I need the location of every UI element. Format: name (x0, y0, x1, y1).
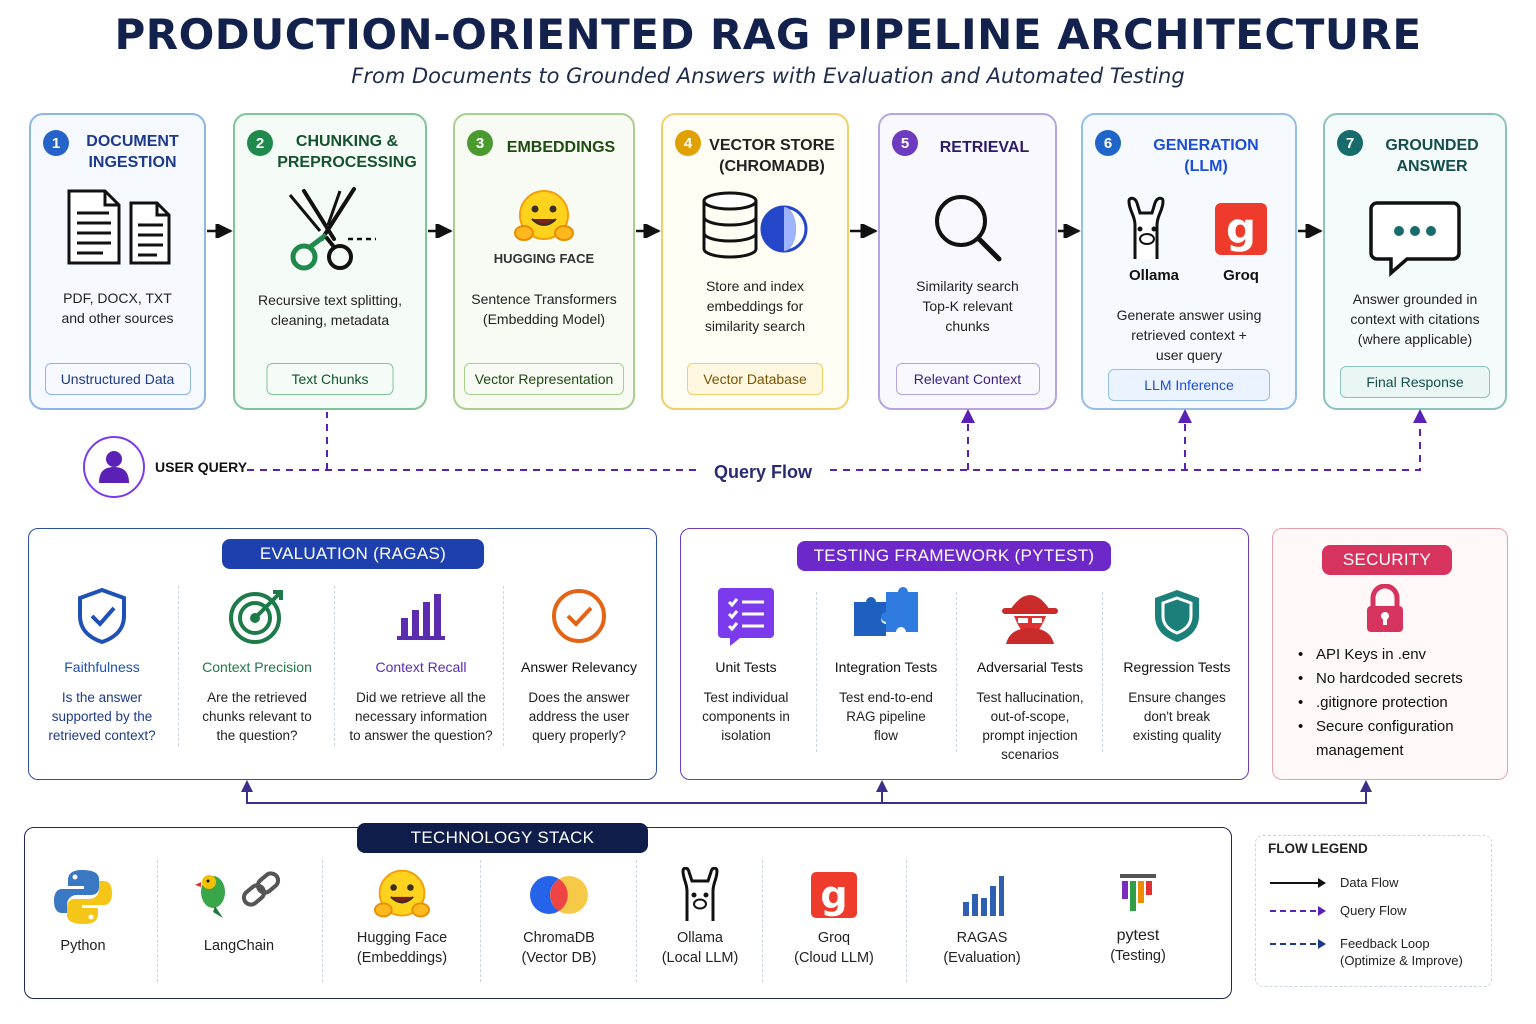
metric-name: Context Recall (375, 659, 467, 675)
tech-ollama: Ollama (Local LLM) (650, 866, 750, 968)
legend-feedback-loop: Feedback Loop (Optimize & Improve) (1268, 935, 1488, 971)
test-regression: Regression Tests Ensure changes don't bre… (1108, 580, 1246, 770)
svg-text:g: g (820, 873, 847, 917)
tech-hugging-face: Hugging Face (Embeddings) (342, 866, 462, 968)
divider (480, 860, 481, 982)
tech-name: Hugging Face (Embeddings) (356, 930, 448, 966)
ragas-icon (930, 866, 1034, 924)
user-query-label: USER QUERY (155, 459, 248, 475)
test-description: Ensure changes don't break existing qualit… (1128, 690, 1226, 743)
divider (334, 586, 335, 746)
metric-answer-relevancy: Answer Relevancy Does the answer address … (508, 580, 650, 760)
ollama-icon (650, 866, 750, 924)
bar-chart-icon (340, 588, 502, 644)
chromadb-icon (504, 866, 614, 924)
metric-name: Answer Relevancy (521, 659, 637, 675)
test-name: Unit Tests (715, 659, 777, 675)
security-item: API Keys in .env (1298, 643, 1473, 667)
metric-description: Did we retrieve all the necessary informa… (349, 690, 493, 743)
tech-name: ChromaDB (Vector DB) (521, 930, 597, 966)
tech-name: Python (60, 938, 106, 954)
tech-name: Ollama (Local LLM) (661, 930, 739, 966)
pytest-icon (1086, 866, 1190, 924)
flow-legend: FLOW LEGEND Data Flow Query Flow Feedbac… (1255, 835, 1492, 987)
user-icon (99, 451, 129, 483)
metric-name: Faithfulness (64, 659, 140, 675)
langchain-icon (184, 866, 294, 924)
security-item: No hardcoded secrets (1298, 667, 1473, 691)
user-avatar (83, 436, 145, 498)
testing-title: TESTING FRAMEWORK (PYTEST) (797, 541, 1111, 571)
puzzle-icon (820, 586, 952, 642)
security-item: Secure configuration management (1298, 715, 1473, 763)
metric-name: Context Precision (202, 659, 312, 675)
tech-groq: g Groq (Cloud LLM) (782, 866, 886, 968)
target-icon (188, 586, 326, 646)
test-name: Regression Tests (1123, 659, 1231, 675)
test-name: Integration Tests (834, 659, 938, 675)
divider (956, 592, 957, 752)
test-integration: Integration Tests Test end-to-end RAG pip… (820, 580, 952, 770)
tech-name: LangChain (203, 938, 275, 954)
tech-langchain: LangChain (184, 866, 294, 956)
tech-name: Groq (Cloud LLM) (794, 930, 874, 966)
metric-description: Is the answer supported by the retrieved c… (48, 690, 156, 743)
tech-stack-title: TECHNOLOGY STACK (357, 823, 648, 853)
security-list: API Keys in .env No hardcoded secrets .g… (1298, 643, 1473, 763)
divider (636, 860, 637, 982)
tech-pytest: pytest (Testing) (1086, 866, 1190, 966)
legend-query-flow: Query Flow (1268, 902, 1488, 922)
legend-title: FLOW LEGEND (1268, 841, 1368, 856)
divider (157, 860, 158, 982)
metric-context-recall: Context Recall Did we retrieve all the ne… (340, 580, 502, 760)
divider (1102, 592, 1103, 752)
metric-faithfulness: Faithfulness Is the answer supported by t… (36, 580, 168, 760)
divider (816, 592, 817, 752)
hugging-face-icon (342, 866, 462, 924)
tech-name: RAGAS (Evaluation) (943, 930, 1021, 966)
checklist-icon (686, 584, 806, 646)
shield-icon (1108, 586, 1246, 646)
divider (178, 586, 179, 746)
test-unit: Unit Tests Test individual components in i… (686, 580, 806, 770)
hacker-icon (960, 586, 1100, 644)
query-flow-label: Query Flow (700, 462, 826, 483)
tech-chromadb: ChromaDB (Vector DB) (504, 866, 614, 968)
groq-icon: g (782, 866, 886, 924)
test-adversarial: Adversarial Tests Test hallucination, out… (960, 580, 1100, 770)
tech-name: pytest (Testing) (1110, 927, 1166, 964)
check-circle-icon (508, 586, 650, 646)
divider (906, 860, 907, 982)
divider (503, 586, 504, 746)
metric-description: Does the answer address the user query pro… (528, 690, 630, 743)
tech-python: Python (40, 868, 126, 956)
lock-icon (1363, 583, 1407, 639)
metric-context-precision: Context Precision Are the retrieved chunk… (188, 580, 326, 760)
test-description: Test hallucination, out-of-scope, prompt i… (976, 690, 1084, 762)
security-item: .gitignore protection (1298, 691, 1473, 715)
shield-check-icon (36, 586, 168, 646)
metric-description: Are the retrieved chunks relevant to the q… (202, 690, 312, 743)
divider (322, 860, 323, 982)
tech-ragas: RAGAS (Evaluation) (930, 866, 1034, 968)
test-description: Test individual components in isolation (702, 690, 790, 743)
evaluation-title: EVALUATION (RAGAS) (222, 539, 484, 569)
legend-data-flow: Data Flow (1268, 874, 1488, 894)
test-description: Test end-to-end RAG pipeline flow (839, 690, 933, 743)
security-title: SECURITY (1322, 545, 1452, 575)
python-icon (40, 868, 126, 926)
test-name: Adversarial Tests (976, 659, 1084, 675)
divider (762, 860, 763, 982)
